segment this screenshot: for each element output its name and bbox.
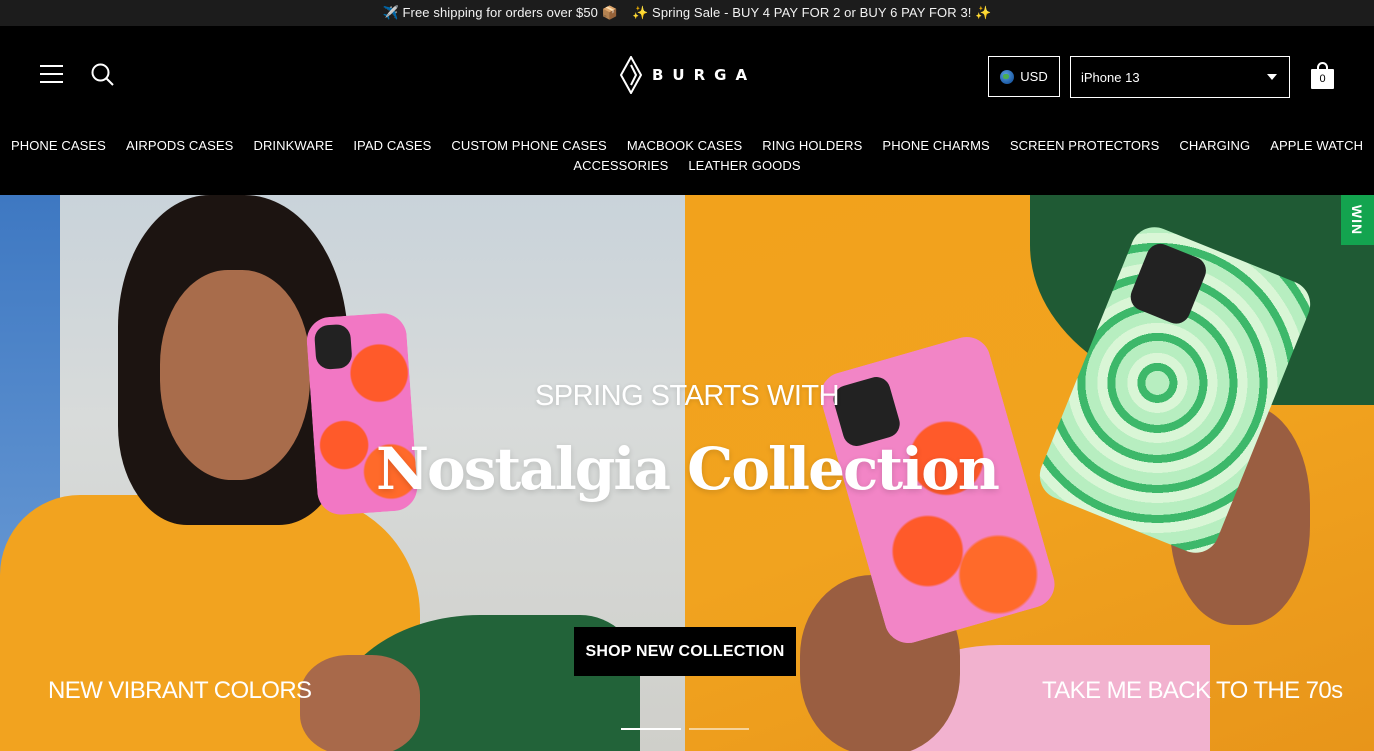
currency-selector[interactable]: USD — [988, 56, 1060, 97]
model-hand — [300, 655, 420, 751]
nav-item-screen-protectors[interactable]: SCREEN PROTECTORS — [1010, 136, 1160, 156]
announcement-shipping: ✈️ Free shipping for orders over $50 📦 — [382, 5, 618, 21]
nav-item-airpods-cases[interactable]: AIRPODS CASES — [126, 136, 234, 156]
menu-line — [40, 81, 63, 83]
camera-module — [1126, 239, 1211, 328]
nav-item-phone-cases[interactable]: PHONE CASES — [11, 136, 106, 156]
shipping-text: Free shipping for orders over $50 — [402, 5, 599, 20]
nav-item-accessories[interactable]: ACCESSORIES — [573, 156, 668, 176]
nav-row-2: ACCESSORIES LEATHER GOODS — [0, 156, 1374, 176]
nav-item-ring-holders[interactable]: RING HOLDERS — [762, 136, 862, 156]
slide-indicator-1[interactable] — [621, 728, 681, 730]
cart-count: 0 — [1319, 73, 1326, 85]
nav-row-1: PHONE CASES AIRPODS CASES DRINKWARE IPAD CA… — [0, 136, 1374, 156]
hamburger-menu-icon[interactable] — [40, 65, 64, 83]
hero-caption-left: NEW VIBRANT COLORS — [48, 677, 312, 704]
globe-icon — [1000, 69, 1015, 84]
nav-item-ipad-cases[interactable]: IPAD CASES — [353, 136, 431, 156]
sparkle-icon: ✨ — [975, 6, 992, 21]
burga-logo[interactable]: BURGA — [620, 56, 756, 94]
device-selector[interactable]: iPhone 13 — [1070, 56, 1290, 98]
nav-item-apple-watch[interactable]: APPLE WATCH — [1270, 136, 1363, 156]
nav-item-drinkware[interactable]: DRINKWARE — [253, 136, 333, 156]
site-header: BURGA USD iPhone 13 0 PHONE CASES AIRPODS… — [0, 26, 1374, 195]
currency-label: USD — [1020, 69, 1048, 84]
menu-line — [40, 65, 63, 67]
search-icon[interactable] — [90, 62, 116, 88]
hero-subheadline: SPRING STARTS WITH — [534, 380, 840, 412]
nav-item-phone-charms[interactable]: PHONE CHARMS — [882, 136, 989, 156]
device-selected-value: iPhone 13 — [1081, 69, 1140, 85]
nav-item-custom-phone-cases[interactable]: CUSTOM PHONE CASES — [451, 136, 606, 156]
win-tab-label: WIN — [1349, 204, 1366, 236]
main-navigation: PHONE CASES AIRPODS CASES DRINKWARE IPAD CA… — [0, 136, 1374, 176]
logo-text: BURGA — [652, 66, 757, 84]
announcement-sale: ✨ Spring Sale - BUY 4 PAY FOR 2 or BUY 6… — [632, 5, 991, 21]
camera-module — [313, 323, 353, 371]
hero-banner[interactable]: SPRING STARTS WITH Nostalgia Collection … — [0, 195, 1374, 751]
sale-text: Spring Sale - BUY 4 PAY FOR 2 or BUY 6 P… — [652, 5, 972, 20]
slider-pagination — [621, 728, 749, 730]
sparkle-icon: ✨ — [632, 6, 649, 21]
announcement-bar: ✈️ Free shipping for orders over $50 📦 ✨… — [0, 0, 1374, 26]
nav-item-leather-goods[interactable]: LEATHER GOODS — [688, 156, 800, 176]
search-icon-svg — [91, 63, 114, 86]
menu-line — [40, 73, 63, 75]
slide-indicator-2[interactable] — [689, 728, 749, 730]
shop-new-collection-button[interactable]: SHOP NEW COLLECTION — [574, 627, 796, 676]
win-side-tab[interactable]: WIN — [1341, 195, 1374, 245]
airplane-icon: ✈️ — [382, 6, 399, 21]
nav-item-charging[interactable]: CHARGING — [1179, 136, 1250, 156]
logo-mark-icon — [620, 56, 642, 94]
chevron-down-icon — [1267, 74, 1277, 80]
hero-caption-right: TAKE ME BACK TO THE 70s — [1042, 677, 1343, 704]
nav-item-macbook-cases[interactable]: MACBOOK CASES — [627, 136, 742, 156]
cart-button[interactable]: 0 — [1311, 62, 1335, 90]
package-icon: 📦 — [601, 6, 619, 21]
hero-headline: Nostalgia Collection — [376, 435, 1000, 503]
